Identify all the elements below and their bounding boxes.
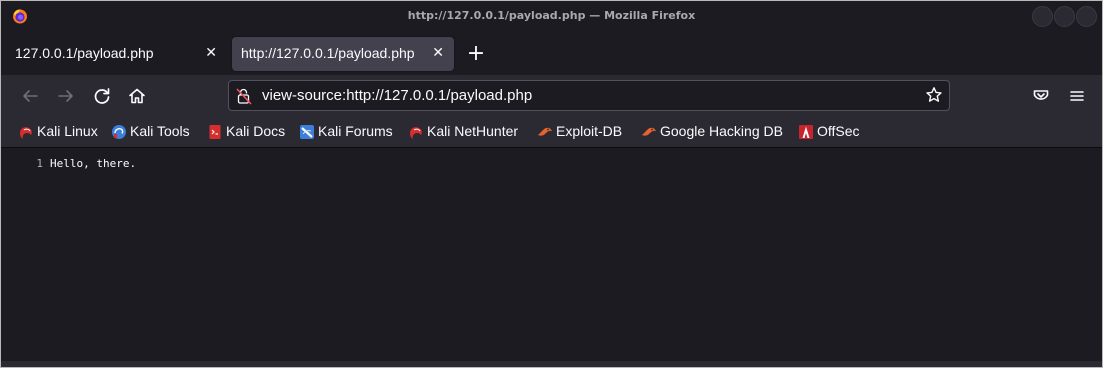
bookmarks-toolbar: Kali Linux Kali Tools Kali Docs Kali For… (1, 117, 1102, 148)
kali-tools-icon (112, 125, 126, 139)
tab-payload-inactive[interactable]: 127.0.0.1/payload.php ✕ (5, 37, 227, 71)
forward-arrow-icon[interactable] (54, 84, 78, 108)
google-hacking-db-icon (642, 127, 656, 136)
bookmark-label: Kali Forums (318, 123, 393, 139)
home-icon[interactable] (125, 84, 149, 108)
bookmark-label: Kali Tools (130, 123, 190, 139)
offsec-icon (799, 125, 813, 139)
exploit-db-icon (538, 127, 552, 136)
tab-label: http://127.0.0.1/payload.php (241, 45, 415, 61)
minimize-button[interactable] (1032, 6, 1053, 27)
insecure-lock-icon[interactable] (236, 87, 252, 105)
bookmark-star-icon[interactable] (925, 86, 943, 104)
hamburger-menu-icon[interactable] (1065, 84, 1089, 108)
kali-docs-icon (209, 125, 221, 139)
tab-label: 127.0.0.1/payload.php (15, 45, 154, 61)
title-bar[interactable]: http://127.0.0.1/payload.php — Mozilla F… (1, 1, 1102, 33)
bookmark-label: OffSec (817, 123, 860, 139)
maximize-button[interactable] (1054, 6, 1075, 27)
tab-strip: 127.0.0.1/payload.php ✕ http://127.0.0.1… (1, 33, 1102, 75)
page-content[interactable]: 1 Hello, there. (1, 148, 1102, 361)
tab-payload-active[interactable]: http://127.0.0.1/payload.php ✕ (232, 37, 454, 71)
pocket-icon[interactable] (1029, 84, 1053, 108)
close-tab-icon[interactable]: ✕ (432, 45, 444, 61)
url-input[interactable]: view-source:http://127.0.0.1/payload.php (262, 87, 532, 104)
bookmark-label: Kali NetHunter (427, 123, 519, 139)
bookmark-label: Kali Linux (37, 123, 98, 139)
window-bottom-edge (1, 361, 1102, 367)
kali-nethunter-icon (410, 127, 422, 139)
reload-icon[interactable] (90, 84, 114, 108)
firefox-window: http://127.0.0.1/payload.php — Mozilla F… (0, 0, 1103, 368)
back-arrow-icon[interactable] (18, 84, 42, 108)
kali-dragon-icon (20, 127, 32, 139)
line-number: 1 (36, 157, 43, 170)
bookmark-label: Kali Docs (226, 123, 286, 139)
close-window-button[interactable] (1076, 6, 1097, 27)
kali-forums-icon (300, 125, 314, 139)
bookmark-label: Exploit-DB (556, 123, 623, 139)
new-tab-button[interactable]: + (463, 41, 489, 67)
url-bar[interactable]: view-source:http://127.0.0.1/payload.php (228, 80, 950, 111)
bookmark-label: Google Hacking DB (660, 123, 783, 139)
navigation-toolbar: view-source:http://127.0.0.1/payload.php (1, 75, 1102, 117)
close-tab-icon[interactable]: ✕ (205, 45, 217, 61)
window-title: http://127.0.0.1/payload.php — Mozilla F… (407, 9, 696, 22)
source-line-text: Hello, there. (50, 157, 137, 170)
